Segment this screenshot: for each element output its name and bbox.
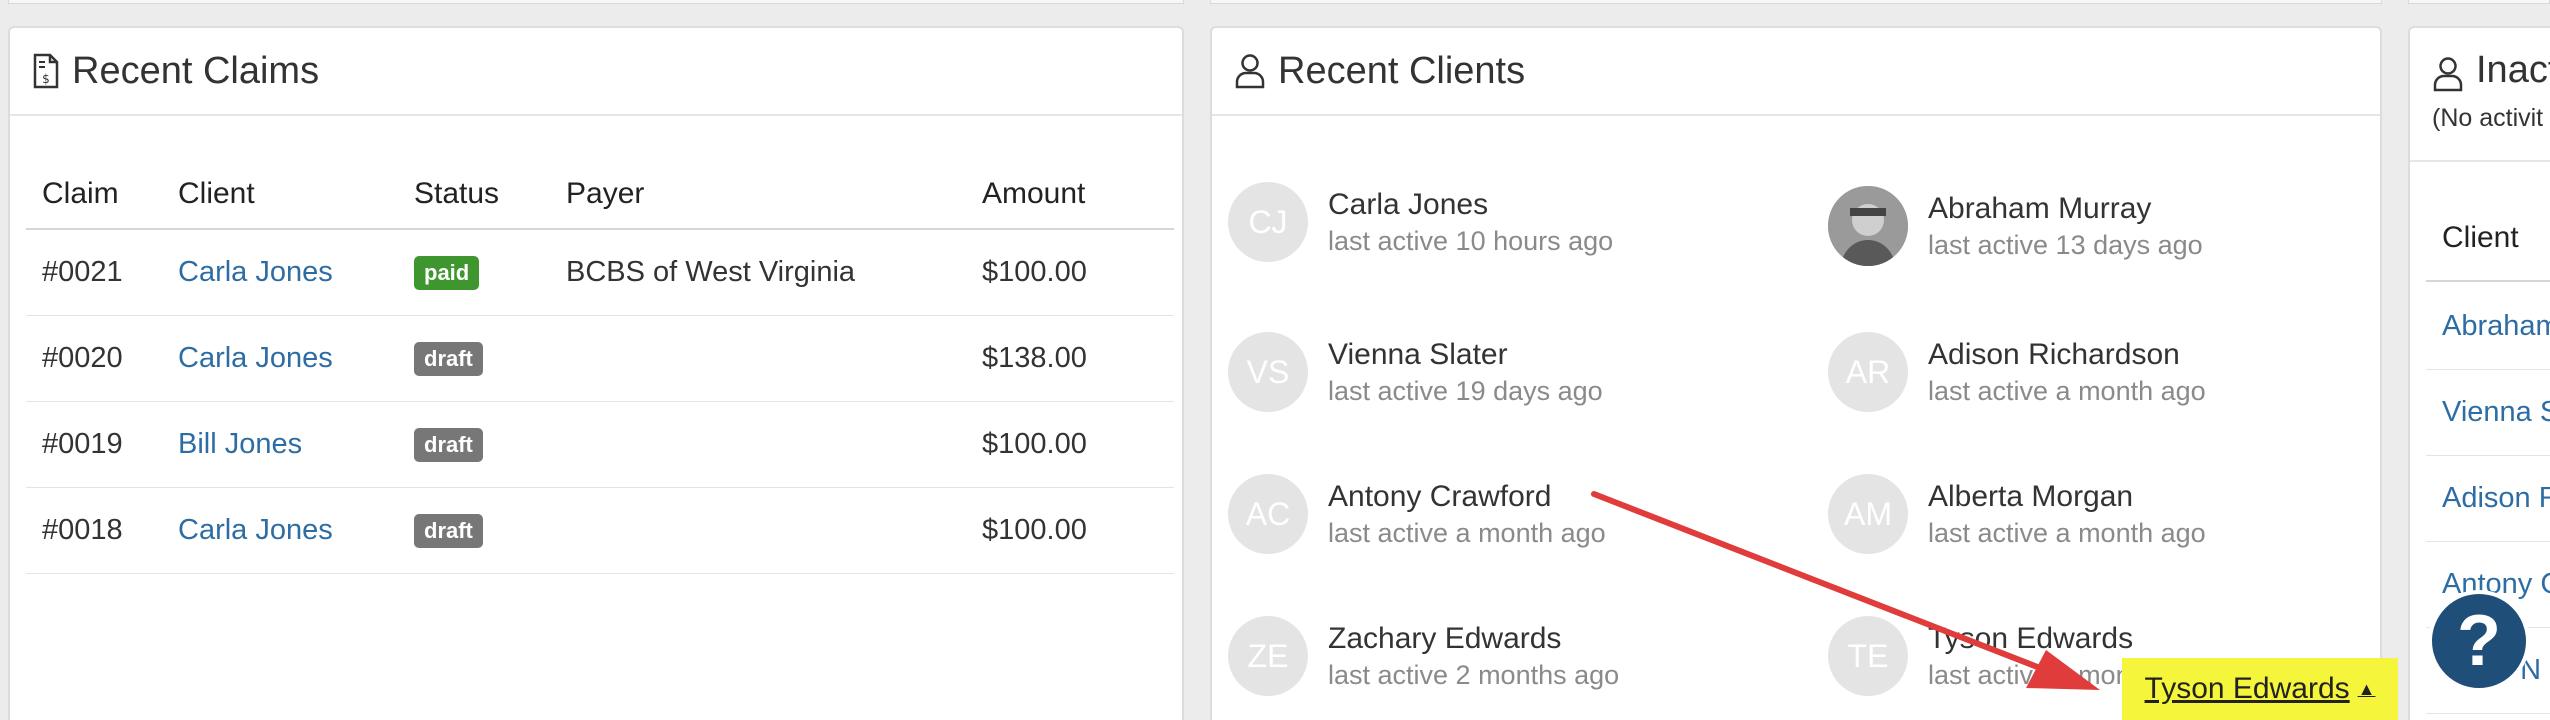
status-badge: draft	[414, 342, 483, 376]
column-header-status: Status	[414, 177, 500, 210]
client-card[interactable]: VS Vienna Slater last active 19 days ago	[1228, 332, 1603, 412]
table-row: #0018 Carla Jones draft $100.00	[26, 488, 1174, 574]
recent-claims-header: $ Recent Claims	[10, 28, 1182, 116]
last-active: last active a month ago	[1928, 376, 2206, 406]
claim-amount: $100.00	[982, 428, 1087, 460]
client-name: Vienna Slater	[1328, 338, 1508, 371]
invoice-dollar-icon: $	[33, 53, 59, 89]
claim-amount: $100.00	[982, 256, 1087, 288]
user-icon	[2433, 57, 2463, 92]
avatar: AR	[1828, 332, 1908, 412]
client-link[interactable]: Bill Jones	[178, 428, 302, 460]
client-link[interactable]: Vienna S	[2426, 370, 2550, 456]
claim-number: #0021	[42, 256, 123, 288]
client-name: Alberta Morgan	[1928, 480, 2134, 513]
status-badge: draft	[414, 428, 483, 462]
client-card[interactable]: AC Antony Crawford last active a month ag…	[1228, 474, 1606, 554]
client-card[interactable]: AR Adison Richardson last active a month …	[1828, 332, 2206, 412]
client-link[interactable]: Carla Jones	[178, 256, 333, 288]
client-name: Antony Crawford	[1328, 480, 1552, 513]
client-link[interactable]: Carla Jones	[178, 514, 333, 546]
client-card[interactable]: AM Alberta Morgan last active a month ago	[1828, 474, 2206, 554]
recent-clients-header: Recent Clients	[1212, 28, 2380, 116]
claim-amount: $138.00	[982, 342, 1087, 374]
svg-text:$: $	[42, 72, 50, 86]
top-strip	[8, 0, 1184, 4]
table-row: #0020 Carla Jones draft $138.00	[26, 316, 1174, 402]
top-strip	[1210, 0, 2382, 4]
panel-title: Recent Claims	[72, 49, 320, 92]
client-card[interactable]: CJ Carla Jones last active 10 hours ago	[1228, 182, 1613, 262]
inactive-clients-header: Inact	[2410, 28, 2550, 92]
avatar: ZE	[1228, 616, 1308, 696]
user-icon	[1235, 54, 1265, 89]
panel-title: Recent Clients	[1278, 49, 1526, 92]
recent-clients-panel: Recent Clients CJ Carla Jones last active…	[1210, 26, 2382, 720]
claim-number: #0020	[42, 342, 123, 374]
avatar: TE	[1828, 616, 1908, 696]
last-active: last active 13 days ago	[1928, 230, 2203, 260]
claim-amount: $100.00	[982, 514, 1087, 546]
client-link[interactable]: Adison R	[2426, 456, 2550, 542]
question-icon: ?	[2457, 601, 2501, 681]
inactive-subtitle: (No activit	[2432, 104, 2544, 132]
user-photo-icon	[1828, 186, 1908, 266]
caret-up-icon: ▲	[2357, 678, 2376, 699]
column-header-payer: Payer	[566, 177, 645, 210]
panel-title: Inact	[2476, 49, 2550, 91]
last-active: last active 10 hours ago	[1328, 226, 1614, 256]
client-name: Abraham Murray	[1928, 192, 2152, 225]
last-active: last active 19 days ago	[1328, 376, 1603, 406]
client-name: Zachary Edwards	[1328, 622, 1562, 655]
claim-number: #0019	[42, 428, 123, 460]
recent-claims-panel: $ Recent Claims Claim Client Status Paye…	[8, 26, 1184, 720]
client-name: Adison Richardson	[1928, 338, 2180, 371]
status-badge: paid	[414, 256, 480, 290]
avatar: AM	[1828, 474, 1908, 554]
client-card[interactable]: Abraham Murray last active 13 days ago	[1828, 186, 2203, 266]
client-name: Carla Jones	[1328, 188, 1489, 221]
dashboard: $ Recent Claims Claim Client Status Paye…	[0, 0, 2550, 720]
status-badge: draft	[414, 514, 483, 548]
column-header-client: Client	[2426, 196, 2550, 282]
column-header-client: Client	[178, 177, 255, 210]
payer-name: BCBS of West Virginia	[566, 256, 856, 288]
claim-number: #0018	[42, 514, 123, 546]
avatar: VS	[1228, 332, 1308, 412]
tooltip-label: Tyson Edwards	[2144, 672, 2350, 705]
client-card[interactable]: ZE Zachary Edwards last active 2 months a…	[1228, 616, 1619, 696]
table-row: #0019 Bill Jones draft $100.00	[26, 402, 1174, 488]
top-strip	[2408, 0, 2550, 4]
help-button[interactable]: ?	[2428, 590, 2530, 692]
last-active: last active 2 months ago	[1328, 660, 1620, 690]
client-link[interactable]: Abraham	[2426, 284, 2550, 370]
avatar: AC	[1228, 474, 1308, 554]
table-row: #0021 Carla Jones paid BCBS of West Virg…	[26, 230, 1174, 316]
column-header-amount: Amount	[982, 177, 1086, 210]
column-header-claim: Claim	[42, 177, 119, 210]
last-active: last active a month ago	[1928, 518, 2206, 548]
avatar	[1828, 186, 1908, 266]
client-name: Tyson Edwards	[1928, 622, 2134, 655]
table-header: Claim Client Status Payer Amount	[26, 160, 1174, 230]
last-active: last active a month ago	[1328, 518, 1606, 548]
claims-table: Claim Client Status Payer Amount #0021 C…	[26, 160, 1174, 574]
divider	[2410, 160, 2550, 162]
highlighted-client-tooltip[interactable]: Tyson Edwards ▲	[2122, 658, 2398, 720]
client-link[interactable]: Carla Jones	[178, 342, 333, 374]
avatar: CJ	[1228, 182, 1308, 262]
